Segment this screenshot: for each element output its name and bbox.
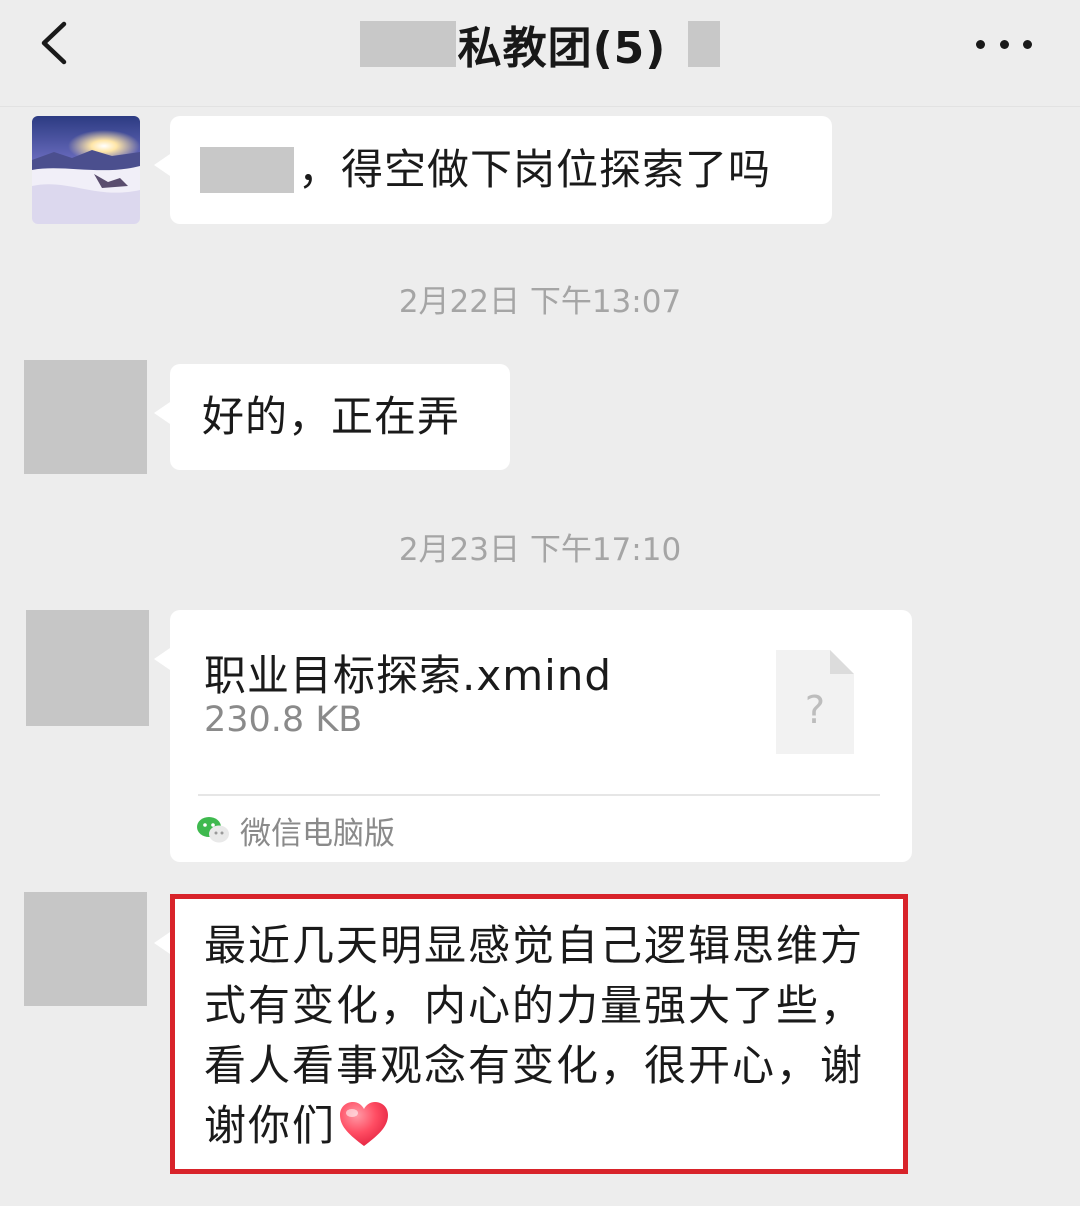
message-line-last: 谢你们 — [204, 1096, 884, 1156]
message-bubble[interactable]: 好的，正在弄 — [154, 364, 510, 470]
avatar[interactable] — [24, 892, 147, 1006]
snow-landscape-avatar-image — [32, 116, 140, 224]
message-text: ，得空做下岗位探索了吗 — [298, 145, 772, 194]
message-bubble[interactable]: 最近几天明显感觉自己逻辑思维方 式有变化，内心的力量强大了些， 看人看事观念有变… — [154, 894, 908, 1174]
message-bubble[interactable]: ，得空做下岗位探索了吗 — [154, 116, 832, 224]
chat-title-area: 私教团(5) — [0, 14, 1080, 74]
avatar[interactable] — [26, 610, 149, 726]
message-line: 谢你们 — [204, 1101, 337, 1150]
timestamp: 2月23日 下午17:10 — [398, 532, 682, 568]
file-size: 230.8 KB — [204, 700, 363, 740]
more-options-button[interactable] — [976, 34, 1032, 54]
file-message-card[interactable]: 职业目标探索.xmind 230.8 KB ? 微信电脑版 — [154, 610, 912, 862]
message-line: 最近几天明显感觉自己逻辑思维方 — [204, 921, 865, 970]
more-horizontal-icon — [976, 39, 1032, 49]
file-name: 职业目标探索.xmind — [204, 651, 613, 700]
redacted-name-block — [359, 21, 456, 67]
chat-title: 私教团(5) — [457, 23, 667, 74]
chat-header: 私教团(5) — [0, 0, 1080, 107]
message-text: 最近几天明显感觉自己逻辑思维方 式有变化，内心的力量强大了些， 看人看事观念有变… — [204, 916, 884, 1156]
avatar[interactable] — [24, 360, 147, 474]
file-icon-glyph: ? — [804, 688, 826, 732]
timestamp: 2月22日 下午13:07 — [398, 284, 682, 320]
wechat-icon — [197, 817, 229, 843]
file-source: 微信电脑版 — [196, 806, 395, 854]
message-line: 看人看事观念有变化，很开心，谢 — [204, 1041, 865, 1090]
heart-icon — [340, 1102, 389, 1146]
avatar[interactable] — [32, 116, 140, 224]
file-source-label: 微信电脑版 — [240, 815, 395, 852]
redacted-mention-block — [200, 147, 294, 193]
message-line: 式有变化，内心的力量强大了些， — [204, 981, 865, 1030]
unknown-file-icon: ? — [776, 650, 854, 754]
divider — [198, 794, 880, 796]
redacted-name-block — [688, 21, 721, 67]
message-text: 好的，正在弄 — [202, 392, 461, 441]
